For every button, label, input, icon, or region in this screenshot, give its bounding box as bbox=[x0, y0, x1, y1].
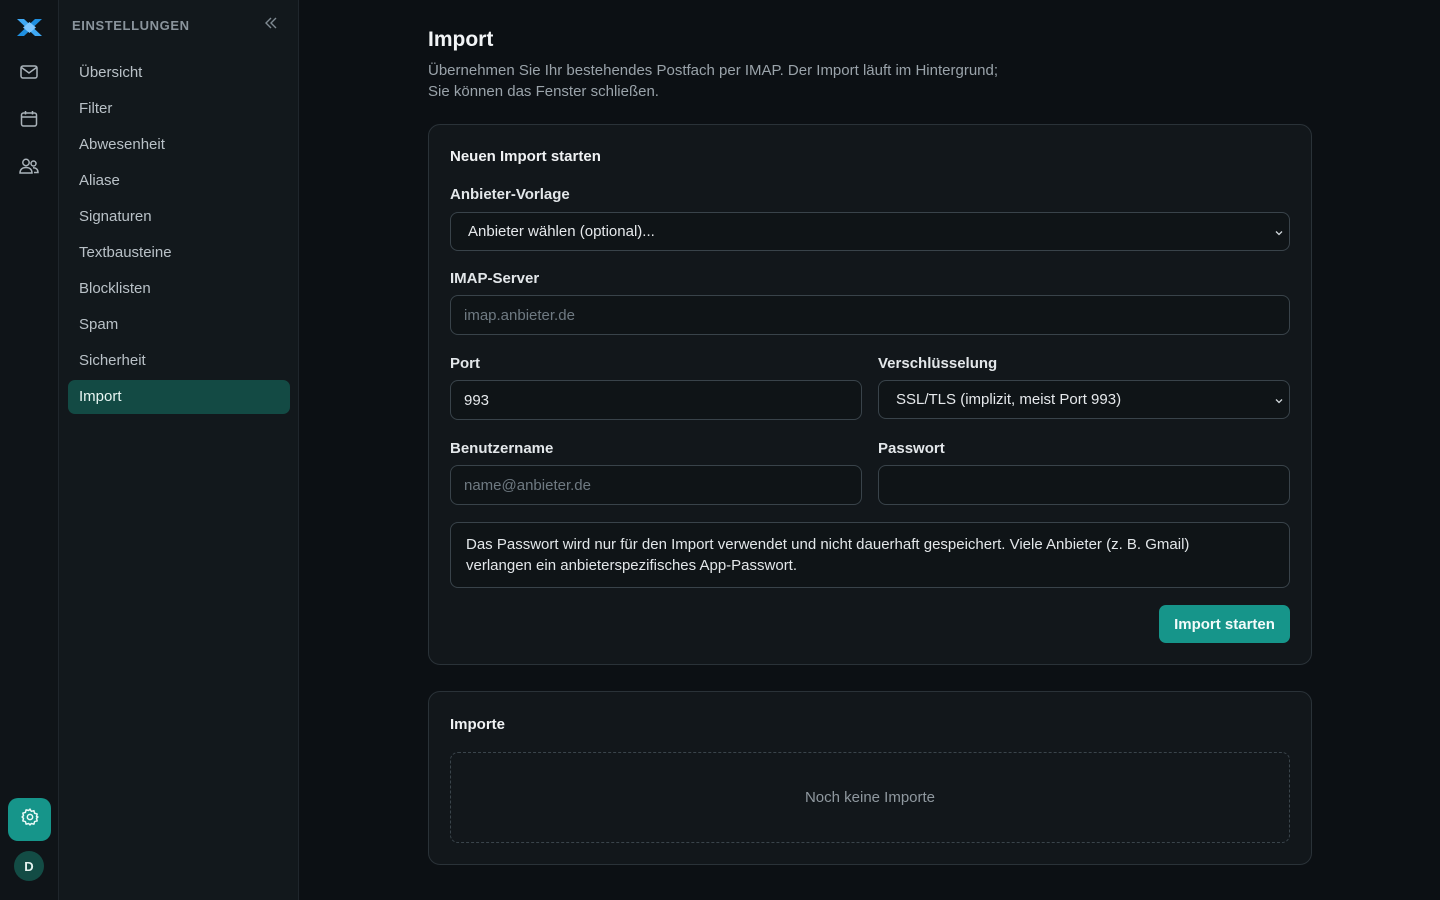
empty-state-text: Noch keine Importe bbox=[804, 789, 936, 806]
username-label: Benutzername bbox=[450, 440, 554, 457]
username-input[interactable]: name@anbieter.de bbox=[450, 465, 862, 505]
sidebar-item-spam[interactable]: Spam bbox=[68, 308, 290, 342]
sidebar-item-signaturen[interactable]: Signaturen bbox=[68, 199, 290, 233]
main-content: Import Übernehmen Sie Ihr bestehendes Po… bbox=[299, 0, 1440, 900]
sidebar-item-label: Übersicht bbox=[79, 63, 143, 81]
settings-sidebar: EINSTELLUNGEN Übersicht Filter Abwesenhe… bbox=[59, 0, 299, 900]
sidebar-item-label: Import bbox=[79, 388, 122, 406]
sidebar-item-label: Signaturen bbox=[79, 207, 152, 225]
sidebar-item-label: Blocklisten bbox=[79, 280, 151, 298]
logo-icon[interactable] bbox=[15, 14, 44, 41]
password-hint-line: Das Passwort wird nur für den Import ver… bbox=[466, 536, 1190, 553]
sidebar-title: EINSTELLUNGEN bbox=[72, 18, 190, 33]
avatar[interactable]: D bbox=[14, 851, 44, 881]
password-hint-line: verlangen ein anbieterspezifisches App-P… bbox=[466, 557, 798, 574]
page-title: Import bbox=[428, 28, 494, 51]
port-label: Port bbox=[450, 355, 480, 372]
icon-rail: D bbox=[0, 0, 59, 900]
imports-empty-state: Noch keine Importe bbox=[450, 752, 1290, 843]
sidebar-item-aliase[interactable]: Aliase bbox=[68, 163, 290, 197]
imports-card: Importe Noch keine Importe bbox=[428, 691, 1312, 865]
gear-icon bbox=[20, 807, 40, 832]
encryption-select[interactable]: SSL/TLS (implizit, meist Port 993) bbox=[878, 380, 1290, 419]
sidebar-item-label: Spam bbox=[79, 316, 119, 334]
port-input[interactable]: 993 bbox=[450, 380, 862, 420]
sidebar-item-import[interactable]: Import bbox=[68, 379, 290, 414]
username-input-placeholder: name@anbieter.de bbox=[464, 476, 591, 494]
password-label: Passwort bbox=[878, 440, 945, 457]
sidebar-item-sicherheit[interactable]: Sicherheit bbox=[68, 344, 290, 378]
encryption-select-value: SSL/TLS (implizit, meist Port 993) bbox=[896, 391, 1122, 408]
settings-button[interactable] bbox=[8, 798, 51, 841]
provider-label: Anbieter-Vorlage bbox=[450, 186, 570, 203]
start-import-button[interactable]: Import starten bbox=[1159, 605, 1290, 643]
sidebar-item-label: Sicherheit bbox=[79, 352, 146, 370]
contacts-icon[interactable] bbox=[14, 151, 44, 181]
chevron-down-icon bbox=[1273, 394, 1285, 406]
card-heading: Neuen Import starten bbox=[450, 148, 601, 165]
page-description: Übernehmen Sie Ihr bestehendes Postfach … bbox=[428, 60, 1048, 102]
sidebar-item-label: Textbausteine bbox=[79, 243, 172, 261]
chevron-down-icon bbox=[1273, 226, 1285, 238]
server-label: IMAP-Server bbox=[450, 270, 540, 287]
sidebar-item-label: Abwesenheit bbox=[79, 135, 165, 153]
encryption-label: Verschlüsselung bbox=[878, 355, 998, 372]
port-input-value: 993 bbox=[464, 391, 490, 409]
sidebar-item-abwesenheit[interactable]: Abwesenheit bbox=[68, 127, 290, 161]
mail-icon[interactable] bbox=[14, 57, 44, 87]
page-description-line: Übernehmen Sie Ihr bestehendes Postfach … bbox=[428, 62, 999, 79]
card-heading: Importe bbox=[450, 716, 506, 733]
server-input-placeholder: imap.anbieter.de bbox=[464, 306, 575, 324]
server-input[interactable]: imap.anbieter.de bbox=[450, 295, 1290, 335]
sidebar-item-label: Aliase bbox=[79, 171, 120, 189]
sidebar-item-textbausteine[interactable]: Textbausteine bbox=[68, 235, 290, 269]
settings-nav: Übersicht Filter Abwesenheit Aliase Sign… bbox=[68, 55, 290, 416]
page-description-line: Sie können das Fenster schließen. bbox=[428, 83, 659, 100]
sidebar-item-label: Filter bbox=[79, 99, 113, 117]
sidebar-item-filter[interactable]: Filter bbox=[68, 91, 290, 125]
password-input[interactable] bbox=[878, 465, 1290, 505]
new-import-card: Neuen Import starten Anbieter-Vorlage An… bbox=[428, 124, 1312, 665]
sidebar-item-uebersicht[interactable]: Übersicht bbox=[68, 55, 290, 89]
provider-select[interactable]: Anbieter wählen (optional)... bbox=[450, 212, 1290, 251]
sidebar-item-blocklisten[interactable]: Blocklisten bbox=[68, 272, 290, 306]
password-hint: Das Passwort wird nur für den Import ver… bbox=[450, 522, 1290, 588]
collapse-sidebar-button[interactable] bbox=[261, 15, 281, 35]
calendar-icon[interactable] bbox=[14, 104, 44, 134]
provider-select-value: Anbieter wählen (optional)... bbox=[468, 223, 655, 240]
double-chevron-left-icon bbox=[264, 16, 278, 35]
